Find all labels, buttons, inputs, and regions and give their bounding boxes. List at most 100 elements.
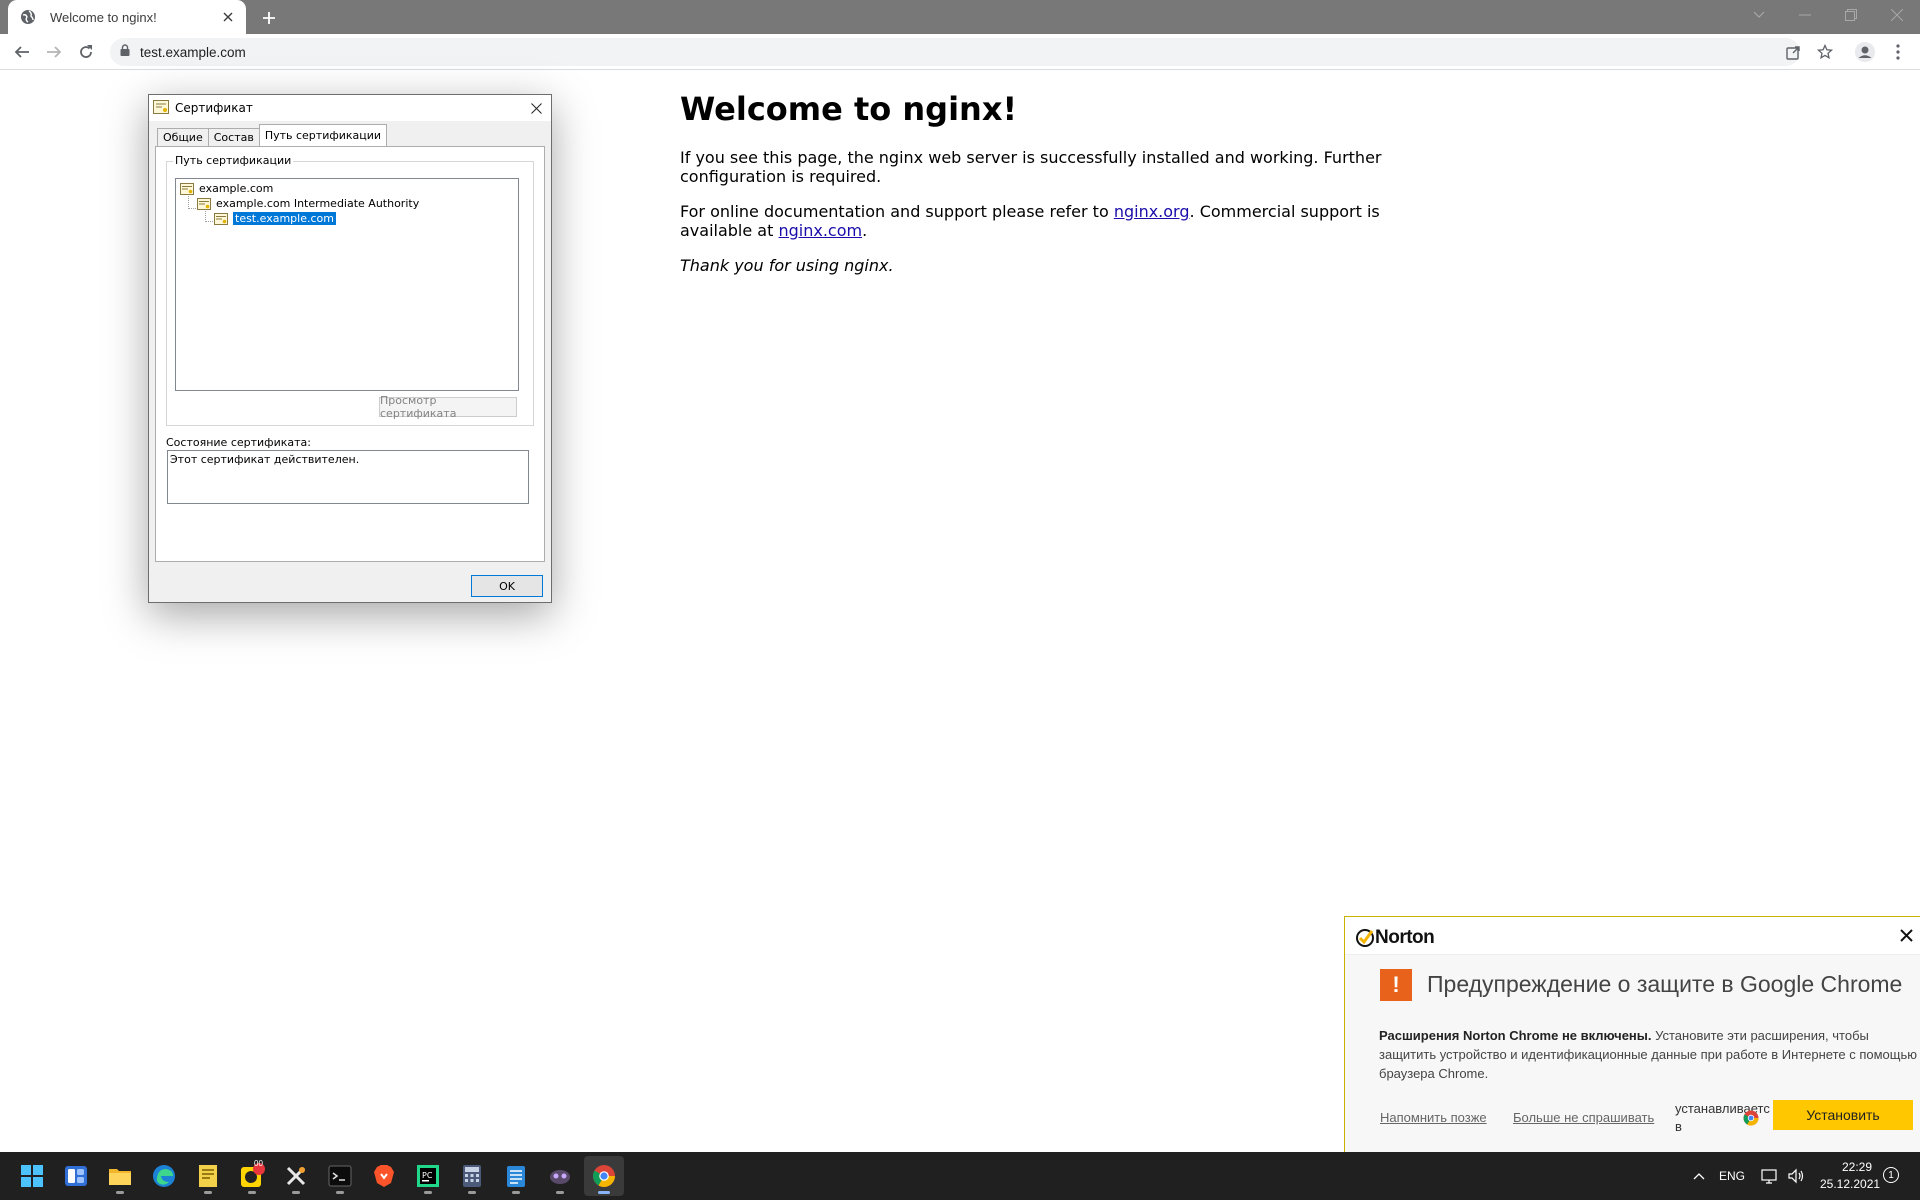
- tray-overflow-icon[interactable]: [1678, 1156, 1720, 1196]
- address-bar[interactable]: test.example.com: [110, 38, 1800, 66]
- start-icon[interactable]: [12, 1156, 52, 1196]
- certificate-tree[interactable]: example.com example.com Intermediate Aut…: [175, 178, 519, 391]
- url-text[interactable]: test.example.com: [140, 45, 246, 60]
- chrome-logo-icon: [1743, 1110, 1759, 1126]
- notification-center-icon[interactable]: 1: [1883, 1167, 1899, 1183]
- install-button[interactable]: Установить: [1773, 1100, 1913, 1130]
- running-indicator: [556, 1191, 564, 1194]
- status-label: Состояние сертификата:: [166, 436, 311, 449]
- tab-search-icon[interactable]: [1736, 0, 1782, 30]
- certification-path-panel: Путь сертификации example.com example.co…: [155, 146, 545, 562]
- pycharm-icon[interactable]: PC: [408, 1156, 448, 1196]
- notepad-icon[interactable]: [188, 1156, 228, 1196]
- tree-connector: [188, 208, 196, 209]
- tree-item-label-selected: test.example.com: [232, 211, 337, 226]
- clock-date[interactable]: 25.12.2021: [1820, 1177, 1880, 1191]
- norton-message-bold: Расширения Norton Chrome не включены.: [1379, 1028, 1652, 1043]
- back-icon[interactable]: [10, 40, 34, 64]
- file-explorer-icon[interactable]: [100, 1156, 140, 1196]
- bookmark-star-icon[interactable]: [1813, 40, 1837, 64]
- new-tab-icon[interactable]: [258, 7, 280, 29]
- clock-time[interactable]: 22:29: [1842, 1160, 1872, 1174]
- language-indicator[interactable]: ENG: [1719, 1169, 1745, 1183]
- view-certificate-button[interactable]: Просмотр сертификата: [379, 394, 517, 420]
- nginx-org-link[interactable]: nginx.org: [1114, 202, 1190, 221]
- terminal-icon[interactable]: [320, 1156, 360, 1196]
- norton-close-icon[interactable]: [1897, 926, 1915, 944]
- menu-kebab-icon[interactable]: [1886, 40, 1910, 64]
- svg-text:PC: PC: [422, 1171, 433, 1180]
- forward-icon[interactable]: [42, 40, 66, 64]
- share-icon[interactable]: [1781, 40, 1805, 64]
- remind-later-link[interactable]: Напомнить позже: [1380, 1110, 1487, 1125]
- browser-tab[interactable]: Welcome to nginx!: [8, 0, 246, 34]
- warning-icon: !: [1380, 969, 1412, 1001]
- reload-icon[interactable]: [74, 40, 98, 64]
- minimize-icon[interactable]: [1782, 0, 1828, 30]
- dialog-titlebar[interactable]: Сертификат: [149, 95, 551, 121]
- ok-button[interactable]: OK: [471, 575, 543, 597]
- norton-header: Norton: [1345, 917, 1920, 955]
- window-close-icon[interactable]: [1874, 0, 1920, 30]
- volume-icon[interactable]: [1778, 1156, 1814, 1196]
- running-indicator: [598, 1191, 610, 1194]
- norton-message: Расширения Norton Chrome не включены. Ус…: [1379, 1026, 1919, 1083]
- installing-status: устанавливаетс в: [1675, 1100, 1775, 1136]
- norton-title: Предупреждение о защите в Google Chrome: [1427, 971, 1903, 997]
- profile-avatar-icon[interactable]: [1853, 40, 1877, 64]
- docs-paragraph: For online documentation and support ple…: [680, 202, 1400, 240]
- norton-popup: Norton ! Предупреждение о защите в Googl…: [1344, 916, 1920, 1153]
- certification-path-group: Путь сертификации example.com example.co…: [166, 154, 534, 426]
- tab-close-icon[interactable]: [220, 9, 236, 25]
- tab-general[interactable]: Общие: [157, 128, 209, 146]
- tab-certification-path[interactable]: Путь сертификации: [258, 124, 388, 146]
- thanks-text: Thank you for using nginx.: [680, 256, 894, 275]
- running-indicator: [248, 1191, 256, 1194]
- dialog-close-icon[interactable]: [527, 99, 545, 117]
- tab-details[interactable]: Состав: [207, 128, 260, 146]
- nginx-welcome-page: Welcome to nginx! If you see this page, …: [680, 90, 1400, 291]
- tree-item-leaf[interactable]: test.example.com: [214, 211, 337, 226]
- dont-ask-again-link[interactable]: Больше не спрашивать: [1513, 1110, 1654, 1125]
- certificate-dialog: Сертификат Общие Состав Путь сертификаци…: [148, 94, 552, 603]
- notification-badge: 00: [254, 1159, 263, 1168]
- widgets-icon[interactable]: [56, 1156, 96, 1196]
- running-indicator: [468, 1191, 476, 1194]
- calculator-icon[interactable]: [452, 1156, 492, 1196]
- certificate-icon: [214, 212, 228, 225]
- tree-item-label: example.com: [199, 182, 274, 195]
- dialog-tabs: Общие Состав Путь сертификации: [157, 124, 388, 146]
- notes-icon[interactable]: [496, 1156, 536, 1196]
- globe-icon: [20, 9, 36, 25]
- screen: Welcome to nginx! test.example.com Welco…: [0, 0, 1920, 1200]
- nginx-com-link[interactable]: nginx.com: [778, 221, 862, 240]
- lock-icon[interactable]: [120, 43, 130, 61]
- media-app-icon[interactable]: [540, 1156, 580, 1196]
- certificate-icon: [180, 182, 194, 195]
- group-label: Путь сертификации: [173, 154, 294, 167]
- docs-text-3: .: [862, 221, 868, 240]
- tree-item-root[interactable]: example.com: [180, 181, 273, 196]
- tree-item-label: example.com Intermediate Authority: [216, 197, 420, 210]
- norton-body: ! Предупреждение о защите в Google Chrom…: [1345, 955, 1920, 1153]
- game-app-icon[interactable]: 00: [232, 1156, 272, 1196]
- running-indicator: [336, 1191, 344, 1194]
- browser-toolbar: test.example.com: [0, 34, 1920, 70]
- running-indicator: [116, 1191, 124, 1194]
- certificate-icon: [197, 197, 211, 210]
- running-indicator: [204, 1191, 212, 1194]
- running-indicator: [512, 1191, 520, 1194]
- tools-app-icon[interactable]: [276, 1156, 316, 1196]
- edge-icon[interactable]: [144, 1156, 184, 1196]
- tab-title: Welcome to nginx!: [50, 9, 157, 25]
- status-textbox[interactable]: Этот сертификат действителен.: [167, 450, 529, 504]
- restore-icon[interactable]: [1828, 0, 1874, 30]
- tree-item-intermediate[interactable]: example.com Intermediate Authority: [197, 196, 419, 211]
- tree-connector: [205, 221, 213, 222]
- norton-check-icon: [1356, 929, 1374, 947]
- certificate-icon: [153, 99, 169, 117]
- page-heading: Welcome to nginx!: [680, 90, 1018, 128]
- brave-icon[interactable]: [364, 1156, 404, 1196]
- chrome-taskbar-icon[interactable]: [584, 1156, 624, 1196]
- norton-logo: Norton: [1355, 927, 1435, 949]
